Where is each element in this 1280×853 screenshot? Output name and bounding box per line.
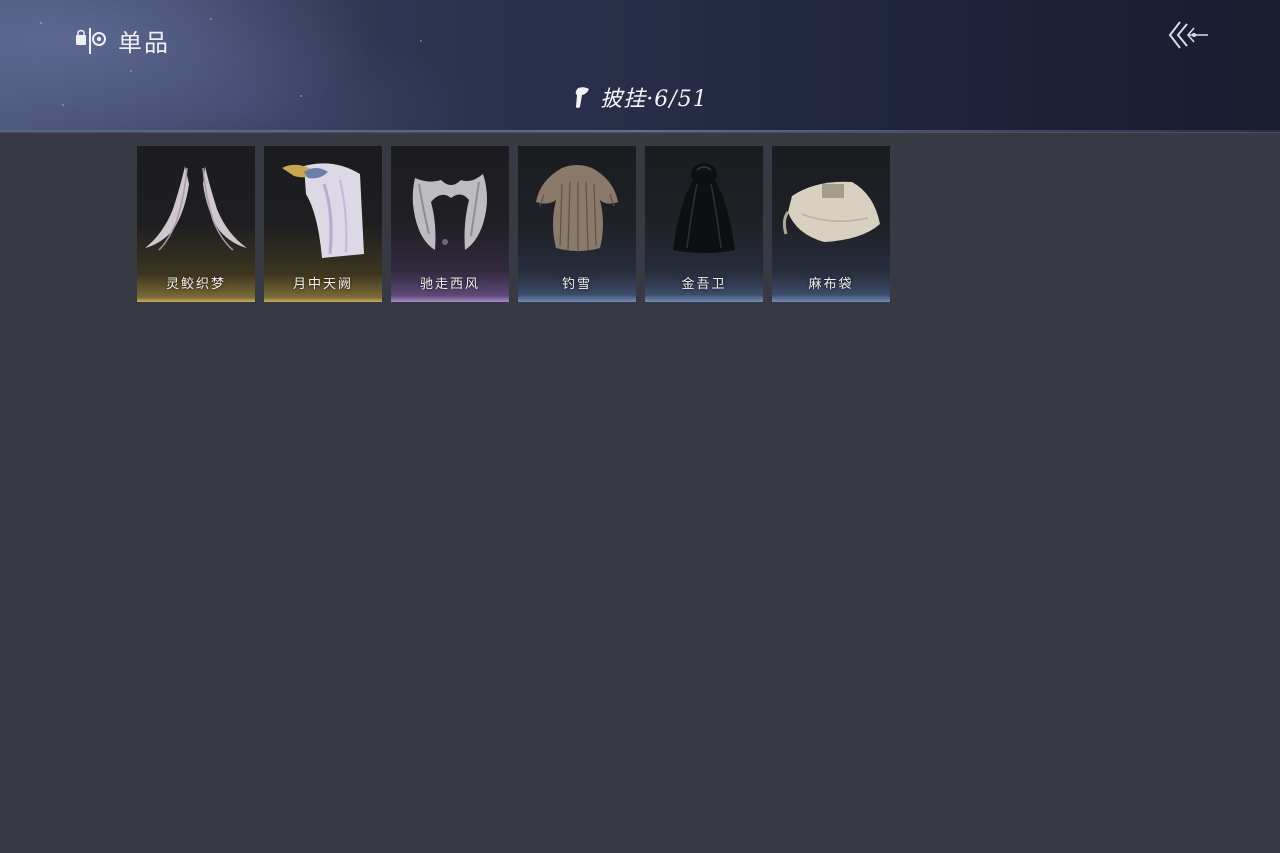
item-name: 金吾卫: [681, 277, 727, 292]
item-card[interactable]: 灵鲛织梦: [137, 146, 255, 302]
item-card[interactable]: 金吾卫: [645, 146, 763, 302]
section-title: 单品: [74, 24, 170, 62]
burlap-sack-icon: [782, 181, 880, 242]
wardrobe-icon: [74, 24, 108, 62]
silk-ribbon-cape-icon: [145, 166, 247, 251]
header-divider: [0, 130, 1280, 132]
black-hooded-cloak-icon: [673, 163, 735, 253]
star-speck: [40, 22, 42, 24]
category-heading: 披挂·6/51: [0, 84, 1280, 116]
top-banner: 单品 披挂·6/51: [0, 0, 1280, 133]
item-name: 月中天阙: [292, 277, 353, 292]
category-label: 披挂·6/51: [600, 87, 708, 112]
item-name: 钓雪: [561, 277, 592, 292]
star-speck: [210, 18, 212, 20]
item-name: 驰走西风: [419, 277, 480, 292]
item-name: 麻布袋: [808, 277, 854, 292]
item-card[interactable]: 月中天阙: [264, 146, 382, 302]
back-button[interactable]: [1166, 18, 1212, 52]
white-feather-cloak-icon: [282, 163, 364, 258]
star-speck: [130, 70, 132, 72]
item-card[interactable]: 麻布袋: [772, 146, 890, 302]
fur-shawl-icon: [412, 174, 487, 250]
item-name: 灵鲛织梦: [165, 277, 226, 292]
section-label: 单品: [118, 29, 170, 57]
item-card[interactable]: 驰走西风: [391, 146, 509, 302]
straw-raincoat-icon: [536, 165, 618, 252]
item-card[interactable]: 钓雪: [518, 146, 636, 302]
back-arrow-icon: [1166, 21, 1212, 56]
cape-icon: [572, 85, 592, 115]
item-grid: 灵鲛织梦 月中天阙 驰走西风 钓雪 金吾卫 麻布袋: [137, 146, 890, 302]
star-speck: [420, 40, 422, 42]
